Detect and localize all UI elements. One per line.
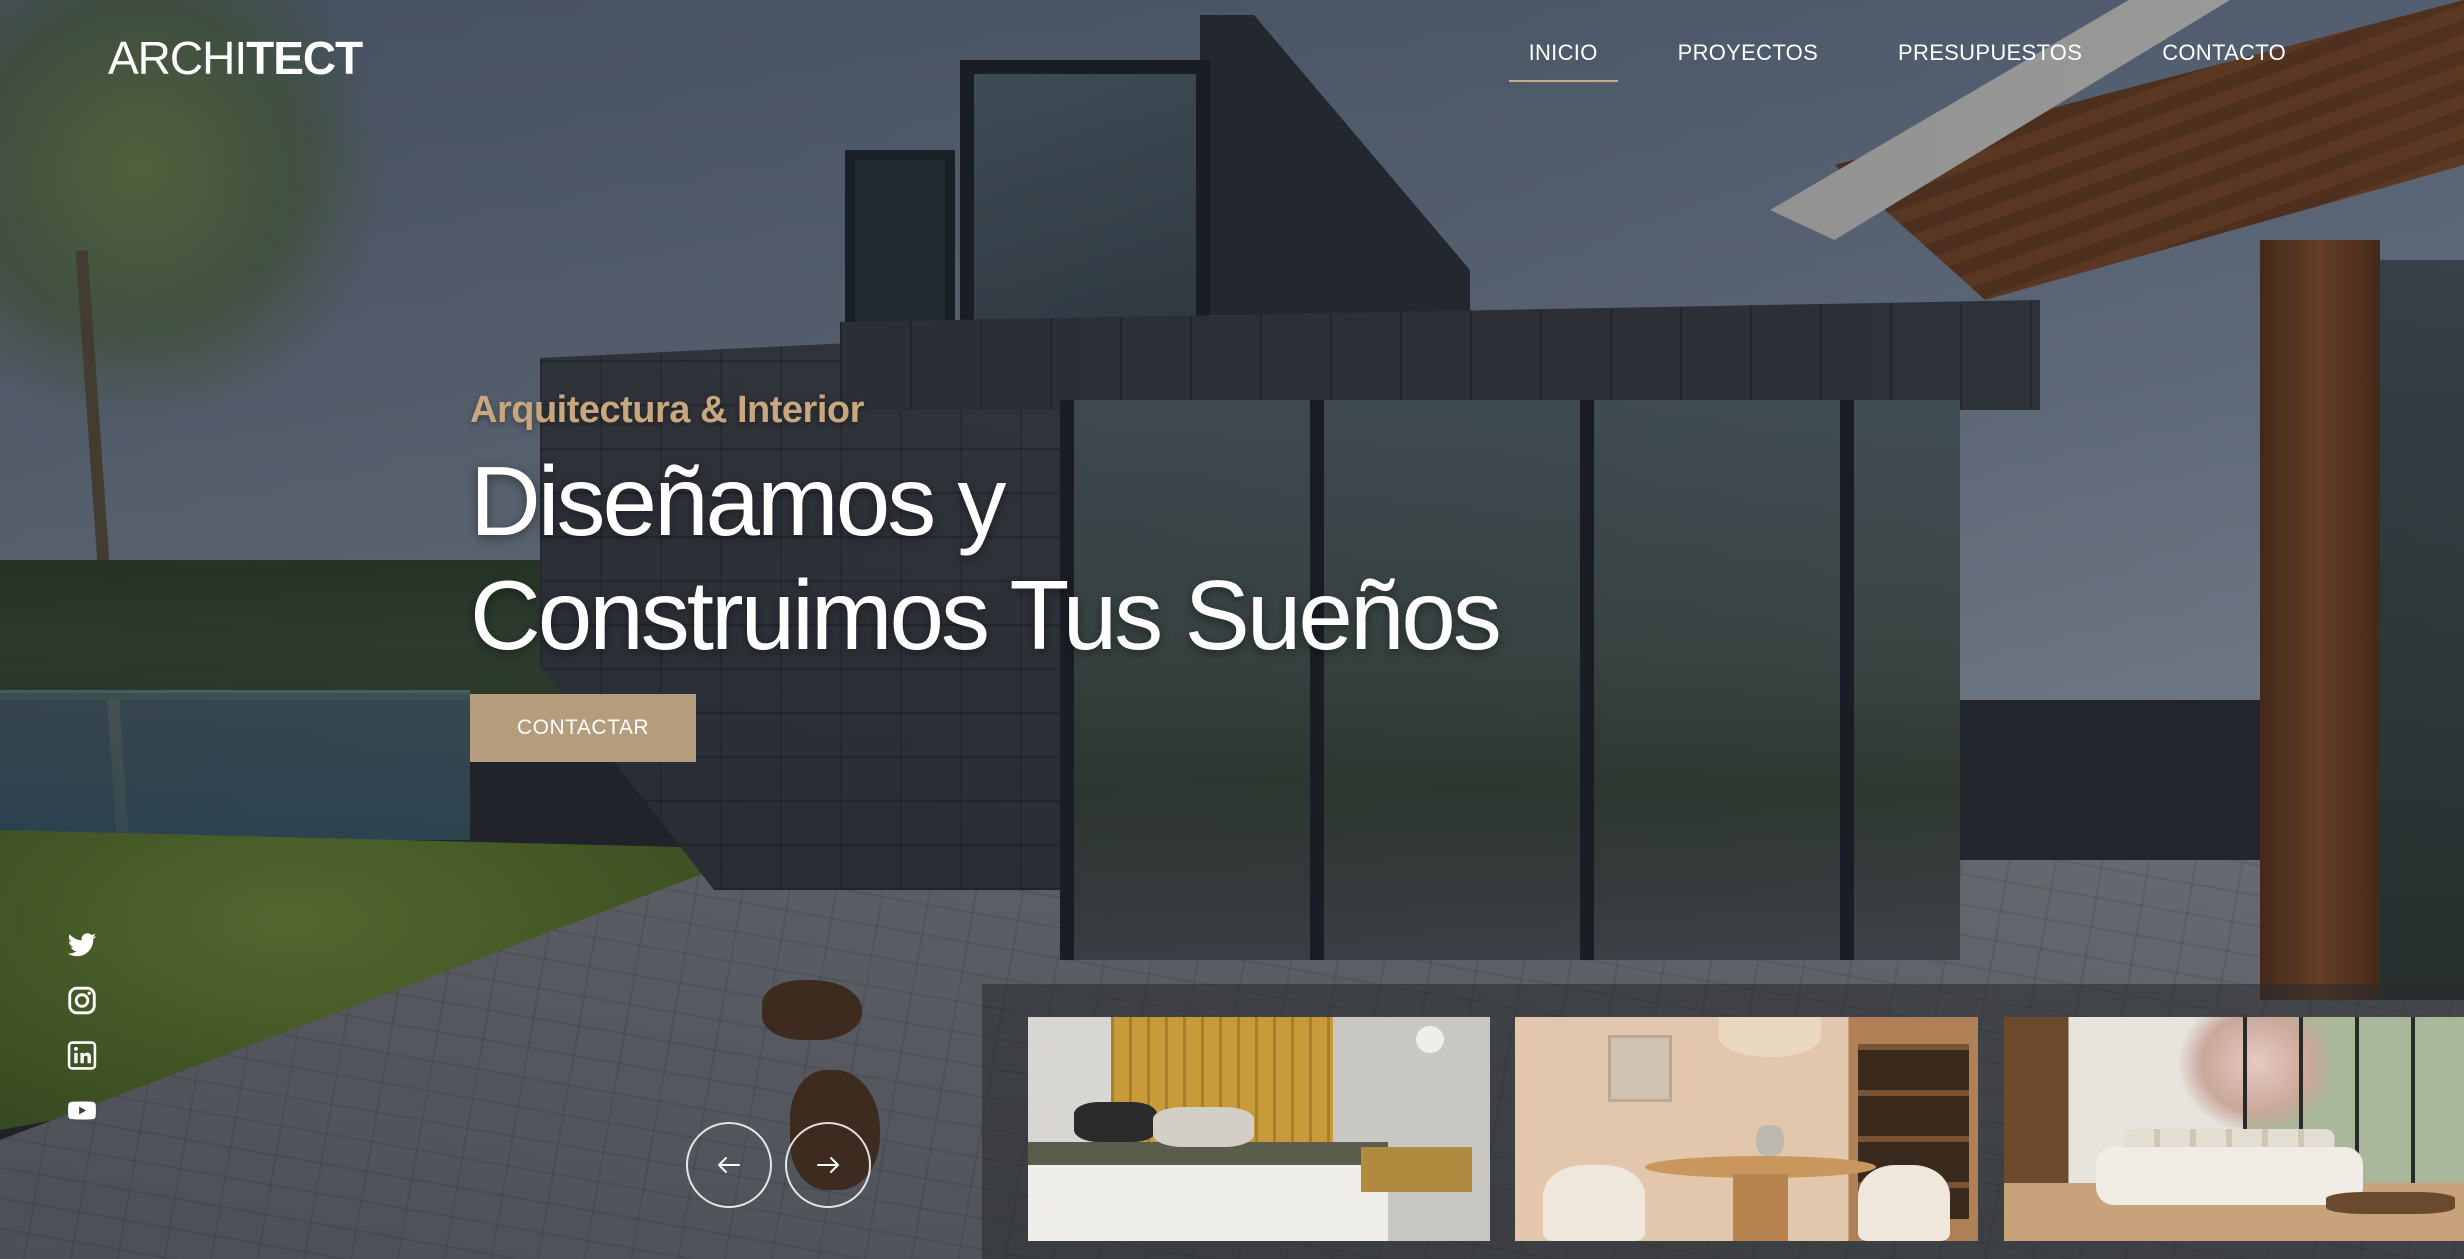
linkedin-icon[interactable]: [66, 1040, 98, 1071]
contact-button[interactable]: CONTACTAR: [470, 694, 696, 762]
hero-title-line-1: Diseñamos y: [470, 446, 1006, 556]
hero-title-line-2: Construimos Tus Sueños: [470, 560, 1502, 670]
arrow-left-icon: [718, 1157, 740, 1173]
nav-item-contacto[interactable]: CONTACTO: [2142, 40, 2306, 82]
nav-item-presupuestos[interactable]: PRESUPUESTOS: [1878, 40, 2102, 82]
bedroom-thumbnail[interactable]: [1028, 1017, 1490, 1241]
youtube-icon[interactable]: [66, 1095, 98, 1126]
slider-prev-button[interactable]: [686, 1122, 772, 1208]
main-nav: INICIO PROYECTOS PRESUPUESTOS CONTACTO: [1469, 40, 2306, 82]
nav-item-inicio[interactable]: INICIO: [1508, 40, 1618, 82]
arrow-right-icon: [817, 1157, 839, 1173]
logo[interactable]: ARCHITECT: [108, 30, 363, 86]
nav-item-proyectos[interactable]: PROYECTOS: [1658, 40, 1838, 82]
hero-section: Arquitectura & Interior Diseñamos y Cons…: [470, 384, 1670, 762]
living-room-thumbnail[interactable]: [2004, 1017, 2464, 1241]
slider-next-button[interactable]: [785, 1122, 871, 1208]
hero-title: Diseñamos y Construimos Tus Sueños: [470, 444, 1670, 672]
social-links: [66, 930, 98, 1126]
logo-bold-text: TECT: [246, 32, 363, 84]
instagram-icon[interactable]: [66, 985, 98, 1016]
twitter-icon[interactable]: [66, 930, 98, 961]
dining-room-thumbnail[interactable]: [1515, 1017, 1978, 1241]
logo-light-text: ARCHI: [108, 32, 247, 84]
hero-kicker: Arquitectura & Interior: [470, 389, 864, 431]
